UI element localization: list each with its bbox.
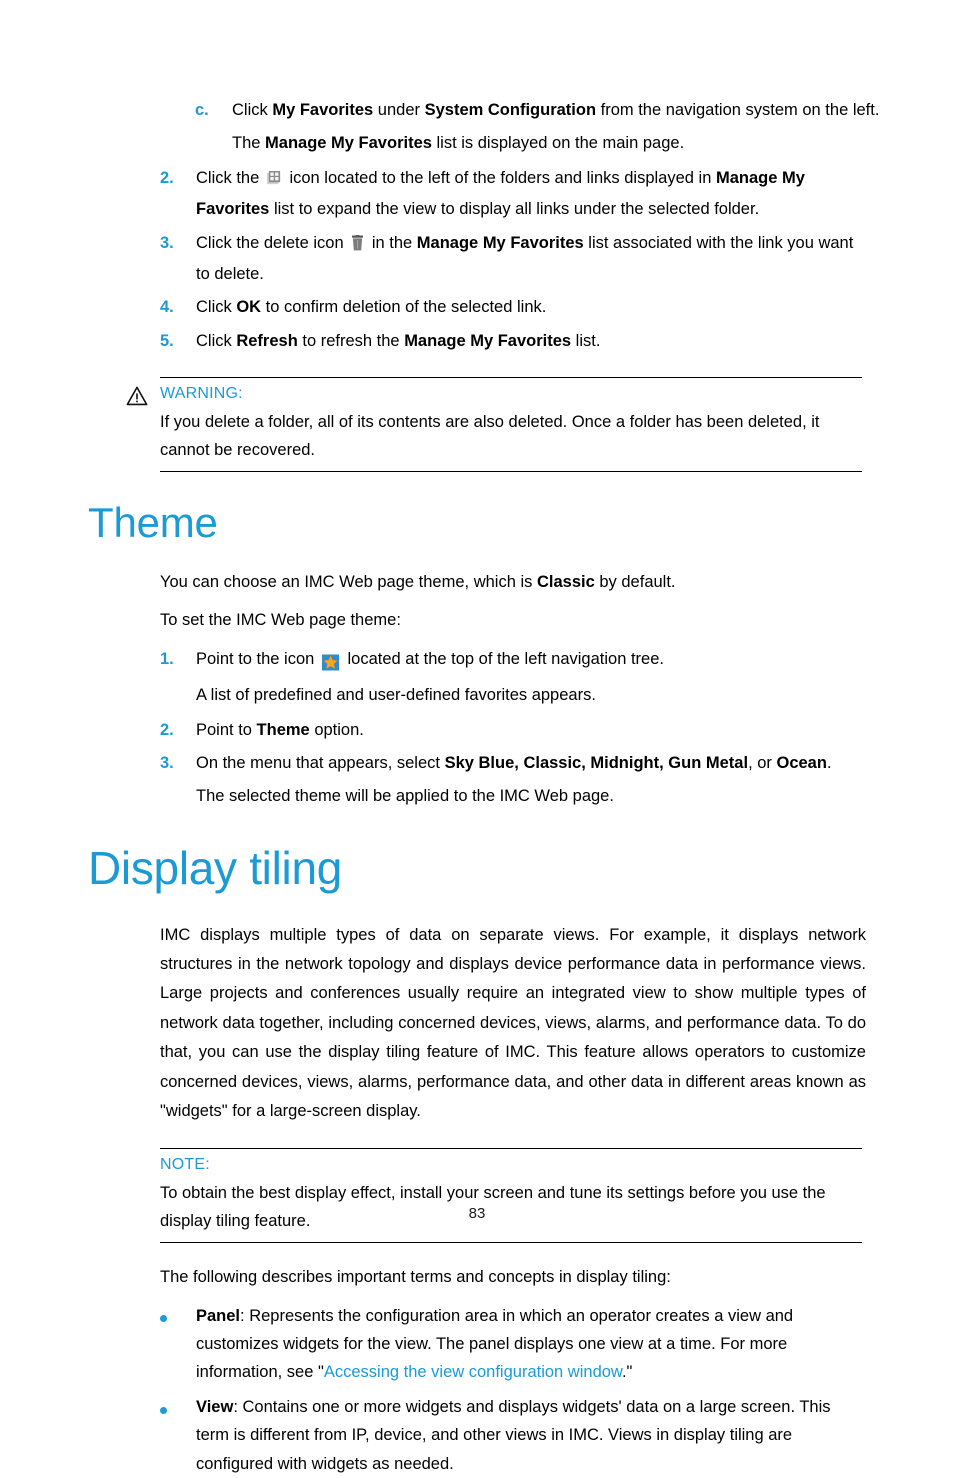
step-text-part: , or bbox=[748, 753, 777, 772]
step-text-part: Point to bbox=[196, 720, 257, 739]
step-text-part: Click bbox=[196, 298, 237, 317]
expand-grid-icon bbox=[266, 167, 282, 195]
warning-title: WARNING: bbox=[160, 385, 243, 402]
result-text-part: list is displayed on the main page. bbox=[431, 134, 685, 153]
step-marker: 1. bbox=[160, 649, 174, 668]
warning-admonition: WARNING: If you delete a folder, all of … bbox=[0, 377, 954, 473]
step-text-part: list to expand the view to display all l… bbox=[269, 200, 760, 219]
theme-intro-paragraph-2: To set the IMC Web page theme: bbox=[160, 611, 401, 630]
step-text: Click Refresh to refresh the Manage My F… bbox=[196, 327, 954, 355]
warning-triangle-icon bbox=[126, 386, 148, 406]
step-text-part: from the navigation system on the left. bbox=[596, 101, 880, 119]
bullet-text: View: Contains one or more widgets and d… bbox=[196, 1393, 866, 1478]
step-bold-manage-my-favorites: Manage My Favorites bbox=[404, 331, 572, 350]
terms-list: Panel: Represents the configuration area… bbox=[0, 1302, 954, 1478]
step-text-part: Click the bbox=[196, 168, 264, 187]
list-item: Panel: Represents the configuration area… bbox=[0, 1302, 954, 1387]
step-text: Click My Favorites under System Configur… bbox=[232, 96, 954, 124]
display-tiling-paragraph: IMC displays multiple types of data on s… bbox=[160, 925, 866, 1120]
bullet-text-part: : Contains one or more widgets and displ… bbox=[196, 1397, 831, 1473]
step-bold-theme: Theme bbox=[256, 720, 310, 739]
intro-bold-classic: Classic bbox=[536, 573, 595, 592]
list-item: 2. Click the icon located to the left of… bbox=[0, 164, 954, 224]
intro-text-part: You can choose an IMC Web page theme, wh… bbox=[160, 573, 537, 592]
step-text-part: Click bbox=[232, 101, 273, 119]
document-page: c. Click My Favorites under System Confi… bbox=[0, 0, 954, 1473]
step-text-part: On the menu that appears, select bbox=[196, 753, 445, 772]
bullet-dot-icon bbox=[160, 1393, 196, 1424]
divider bbox=[160, 471, 862, 473]
term-view: View bbox=[196, 1397, 234, 1416]
step-text-part: Click bbox=[196, 331, 237, 350]
step-bold-refresh: Refresh bbox=[236, 331, 298, 350]
step-bold-theme-options: Sky Blue, Classic, Midnight, Gun Metal bbox=[444, 753, 749, 772]
step-text-part: . bbox=[826, 753, 832, 772]
list-item: 5. Click Refresh to refresh the Manage M… bbox=[0, 327, 954, 355]
note-title: NOTE: bbox=[160, 1156, 210, 1174]
list-item: 3. Click the delete icon in the Manage M… bbox=[0, 229, 954, 289]
step-text-part: Point to the icon bbox=[196, 649, 319, 668]
step-marker: 5. bbox=[160, 331, 174, 350]
step-text: Click the icon located to the left of th… bbox=[196, 164, 866, 224]
step-marker: 2. bbox=[160, 720, 174, 739]
step-text: Click OK to confirm deletion of the sele… bbox=[196, 293, 954, 321]
intro-text-part: by default. bbox=[594, 573, 676, 592]
step-text-part: icon located to the left of the folders … bbox=[284, 168, 716, 187]
list-item: 3. On the menu that appears, select Sky … bbox=[0, 749, 954, 777]
result-bold-manage-my-favorites: Manage My Favorites bbox=[265, 134, 432, 153]
step-text-part: in the bbox=[367, 233, 417, 252]
page-title-display-tiling: Display tiling bbox=[88, 841, 343, 894]
step-text: On the menu that appears, select Sky Blu… bbox=[196, 749, 954, 777]
step-text-part: list. bbox=[571, 331, 601, 350]
step-result-text: The Manage My Favorites list is displaye… bbox=[0, 129, 954, 157]
list-item: 1. Point to the icon located at the top … bbox=[0, 645, 954, 676]
list-item: 2. Point to Theme option. bbox=[0, 716, 954, 744]
step-text: Point to the icon located at the top of … bbox=[196, 645, 954, 676]
step-bold-ocean: Ocean bbox=[776, 753, 827, 772]
result-text-part: The bbox=[232, 134, 266, 153]
divider bbox=[160, 1242, 862, 1244]
terms-intro-paragraph: The following describes important terms … bbox=[160, 1268, 671, 1287]
page-number: 83 bbox=[468, 1205, 486, 1222]
step-marker: c. bbox=[195, 101, 209, 119]
step-bold-manage-my-favorites: Manage My Favorites bbox=[416, 233, 584, 252]
note-content: NOTE: To obtain the best display effect,… bbox=[0, 1149, 954, 1242]
link-accessing-view-configuration-window[interactable]: Accessing the view configuration window bbox=[324, 1363, 622, 1381]
theme-intro-paragraph: You can choose an IMC Web page theme, wh… bbox=[0, 568, 954, 596]
list-item: View: Contains one or more widgets and d… bbox=[0, 1393, 954, 1478]
step-result-text: A list of predefined and user-defined fa… bbox=[196, 686, 596, 705]
step-bold-ok: OK bbox=[236, 298, 262, 317]
step-text-part: Click the delete icon bbox=[196, 233, 349, 252]
trash-icon bbox=[351, 232, 364, 260]
step-text-part: to refresh the bbox=[297, 331, 405, 350]
step-text-part: to confirm deletion of the selected link… bbox=[261, 298, 547, 317]
term-panel: Panel bbox=[196, 1306, 241, 1325]
step-bold-system-configuration: System Configuration bbox=[424, 101, 597, 119]
step-text: Point to Theme option. bbox=[196, 716, 954, 744]
favorites-star-icon bbox=[321, 648, 340, 676]
step-text-part: option. bbox=[309, 720, 364, 739]
note-admonition: NOTE: To obtain the best display effect,… bbox=[0, 1148, 954, 1244]
step-result-text: The selected theme will be applied to th… bbox=[196, 787, 614, 806]
step-text: Click the delete icon in the Manage My F… bbox=[196, 229, 854, 289]
bullet-text-part: ." bbox=[621, 1363, 633, 1382]
step-marker: 3. bbox=[160, 753, 174, 772]
list-item: c. Click My Favorites under System Confi… bbox=[0, 96, 954, 124]
step-marker: 2. bbox=[160, 168, 174, 187]
step-text-part: under bbox=[373, 101, 425, 119]
step-bold-my-favorites: My Favorites bbox=[272, 101, 374, 119]
step-marker: 4. bbox=[160, 298, 174, 317]
step-text-part: located at the top of the left navigatio… bbox=[342, 649, 664, 668]
list-item: 4. Click OK to confirm deletion of the s… bbox=[0, 293, 954, 321]
step-marker: 3. bbox=[160, 233, 174, 252]
warning-body: If you delete a folder, all of its conte… bbox=[160, 413, 820, 460]
bullet-text: Panel: Represents the configuration area… bbox=[196, 1302, 866, 1387]
page-title-theme: Theme bbox=[88, 499, 218, 547]
bullet-dot-icon bbox=[160, 1302, 196, 1333]
